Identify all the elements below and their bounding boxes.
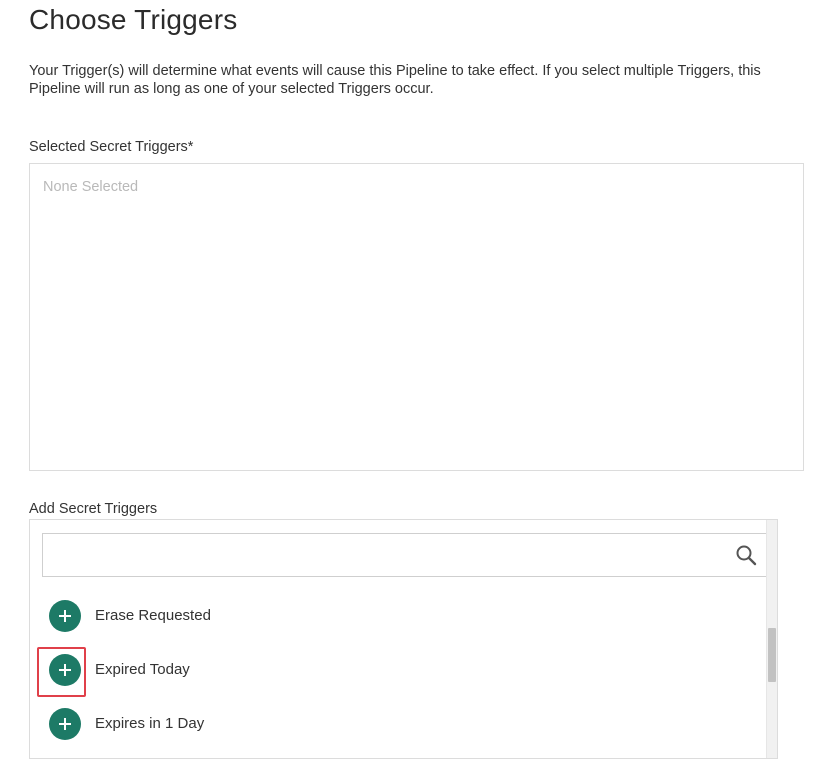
none-selected-placeholder: None Selected: [43, 179, 139, 195]
plus-circle-icon[interactable]: [49, 654, 81, 686]
search-icon[interactable]: [735, 544, 757, 566]
add-triggers-panel: Erase Requested Expired Today Expires in…: [29, 519, 778, 759]
trigger-search: [42, 533, 767, 577]
list-item: Expires in 1 Day: [30, 704, 750, 744]
list-item: Erase Requested: [30, 596, 750, 636]
selected-triggers-label: Selected Secret Triggers*: [29, 139, 194, 155]
selected-triggers-box: None Selected: [29, 163, 804, 471]
trigger-search-input[interactable]: [43, 534, 723, 576]
scrollbar-thumb[interactable]: [768, 628, 776, 682]
trigger-label: Erase Requested: [95, 607, 211, 624]
trigger-label: Expires in 1 Day: [95, 715, 205, 732]
scrollbar[interactable]: [766, 520, 777, 758]
plus-circle-icon[interactable]: [49, 600, 81, 632]
page-description: Your Trigger(s) will determine what even…: [29, 63, 761, 97]
page-title: Choose Triggers: [29, 4, 238, 35]
list-item: Expired Today: [30, 650, 750, 690]
plus-circle-icon[interactable]: [49, 708, 81, 740]
add-triggers-label: Add Secret Triggers: [29, 501, 158, 517]
trigger-label: Expired Today: [95, 661, 190, 678]
